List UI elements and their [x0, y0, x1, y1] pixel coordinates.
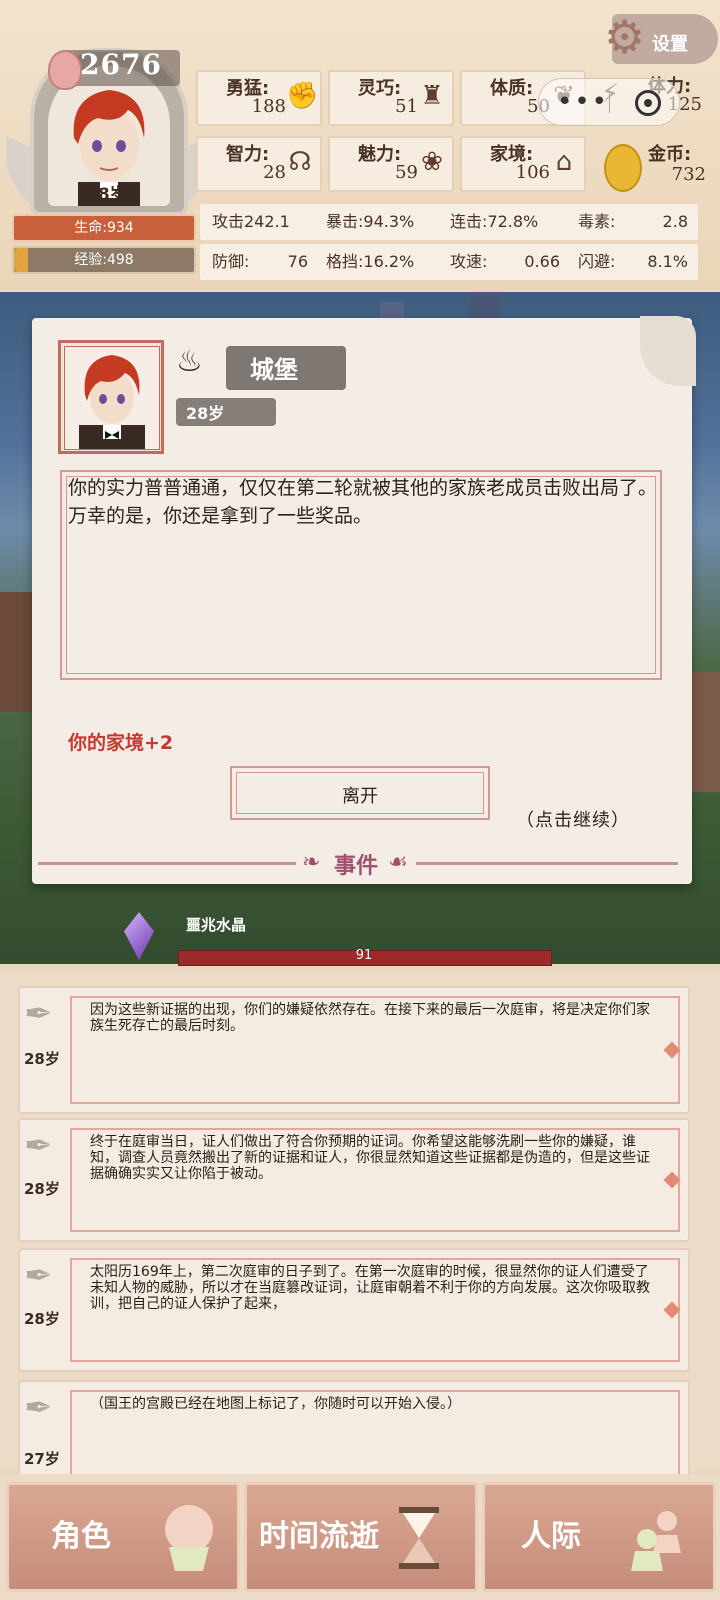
stat-valor[interactable]: 勇猛: 188 ✊	[196, 70, 322, 126]
stat-value: 188	[251, 96, 286, 117]
status-header: 2676 28岁 生命:934 经验:498 勇猛: 188 ✊ 灵巧: 51 …	[0, 0, 720, 290]
stat-intelligence[interactable]: 智力: 28 ☊	[196, 136, 322, 192]
log-entry-text: 终于在庭审当日，证人们做出了符合你预期的证词。你希望这能够洗刷一些你的嫌疑，谁知…	[90, 1134, 650, 1182]
combat-combo: 连击:72.8%	[438, 204, 570, 240]
spirit-icon	[48, 50, 82, 90]
combat-label: 攻击242.1	[212, 212, 290, 231]
fist-icon: ✊	[286, 81, 319, 111]
log-entry-text: （国王的宫殿已经在地图上标记了，你随时可以开始入侵。）	[90, 1396, 461, 1412]
combat-label: 连击:72.8%	[450, 212, 539, 231]
avatar	[64, 346, 160, 450]
character-portrait	[79, 355, 145, 449]
more-icon[interactable]: •••	[557, 87, 609, 117]
combat-label: 格挡:16.2%	[326, 252, 415, 271]
stat-charm[interactable]: 魅力: 59 ❀	[328, 136, 454, 192]
log-entry-age: 28岁	[24, 1310, 60, 1328]
log-entry[interactable]: ✒ 28岁 太阳历169年上，第二次庭审的日子到了。在第一次庭审的时候，很显然你…	[18, 1248, 690, 1372]
gold-label: 金币:	[648, 144, 692, 165]
leave-button-label: 离开	[342, 786, 378, 807]
event-age: 28岁	[186, 404, 225, 423]
gear-icon[interactable]: ⚙	[604, 12, 645, 62]
log-entry[interactable]: ✒ 28岁 因为这些新证据的出现，你们的嫌疑依然存在。在接下来的最后一次庭审，将…	[18, 986, 690, 1114]
log-entry-text: 太阳历169年上，第二次庭审的日子到了。在第一次庭审的时候，很显然你的证人们遭受…	[90, 1264, 650, 1312]
combat-value: 8.1%	[647, 252, 688, 271]
combat-value: 2.8	[662, 212, 688, 231]
log-entry-age: 28岁	[24, 1180, 60, 1198]
house-icon: ⌂	[555, 147, 573, 177]
coin-icon	[604, 144, 642, 192]
log-entry[interactable]: ✒ 28岁 终于在庭审当日，证人们做出了符合你预期的证词。你希望这能够洗刷一些你…	[18, 1118, 690, 1242]
hourglass-icon	[399, 1507, 439, 1569]
combat-defense: 防御: 76	[200, 244, 318, 280]
stat-value: 28	[263, 162, 286, 183]
combat-label: 毒素:	[578, 212, 616, 231]
score-value: 2676	[80, 48, 162, 81]
gold-value: 732	[671, 164, 706, 185]
miniprogram-capsule: •••	[538, 78, 680, 126]
location-name: 城堡	[250, 356, 298, 384]
nav-label: 人际	[521, 1519, 581, 1554]
bottom-nav: 角色 时间流逝 人际	[0, 1474, 720, 1600]
combat-label: 暴击:94.3%	[326, 212, 415, 231]
feather-icon: ✒	[24, 994, 53, 1034]
capsule-divider	[609, 91, 610, 113]
nav-label: 角色	[51, 1519, 111, 1554]
stat-agility[interactable]: 灵巧: 51 ♜	[328, 70, 454, 126]
leave-button[interactable]: 离开	[230, 766, 490, 820]
combat-value: 76	[287, 252, 308, 271]
brain-icon: ☊	[288, 147, 312, 177]
combat-dodge: 闪避: 8.1%	[566, 244, 698, 280]
combat-label: 攻速:	[450, 252, 488, 271]
feather-icon: ✒	[24, 1256, 53, 1296]
settings-label[interactable]: 设置	[652, 30, 688, 56]
combat-crit: 暴击:94.3%	[314, 204, 442, 240]
combat-attack-speed: 攻速: 0.66	[438, 244, 570, 280]
event-story-text: 你的实力普普通通，仅仅在第二轮就被其他的家族老成员击败出局了。万幸的是，你还是拿…	[68, 477, 658, 527]
combat-label: 防御:	[212, 252, 250, 271]
hp-bar: 生命:934	[12, 214, 196, 242]
combat-poison: 毒素: 2.8	[566, 204, 698, 240]
xp-bar-fill	[14, 248, 29, 272]
feather-icon: ✒	[24, 1388, 53, 1428]
event-avatar	[58, 340, 164, 454]
nav-label: 时间流逝	[259, 1519, 379, 1554]
log-entry-age: 28岁	[24, 1050, 60, 1068]
crystal-label: 噩兆水晶	[186, 916, 247, 934]
event-section-title: 事件	[334, 854, 379, 879]
cloak-icon: ♜	[420, 81, 444, 111]
event-reward: 你的家境+2	[68, 732, 174, 754]
stat-value: 51	[395, 96, 418, 117]
combat-label: 闪避:	[578, 252, 616, 271]
nav-time-button[interactable]: 时间流逝	[244, 1482, 478, 1592]
stat-family[interactable]: 家境: 106 ⌂	[460, 136, 586, 192]
combat-attack: 攻击242.1	[200, 204, 318, 240]
xp-label: 经验:498	[74, 252, 134, 268]
xp-bar: 经验:498	[12, 246, 196, 274]
hp-label: 生命:934	[74, 220, 134, 236]
people-icon	[631, 1511, 681, 1571]
close-miniprogram-icon[interactable]	[635, 90, 661, 116]
log-entry-age: 27岁	[24, 1450, 60, 1468]
feather-icon: ✒	[24, 1126, 53, 1166]
stat-value: 106	[515, 162, 550, 183]
location-icon: ♨	[176, 344, 203, 379]
ornament-right-icon: ☙	[388, 850, 408, 875]
event-log[interactable]: ✒ 28岁 因为这些新证据的出现，你们的嫌疑依然存在。在接下来的最后一次庭审，将…	[0, 970, 720, 1490]
flower-icon: ❀	[421, 147, 443, 177]
combat-value: 0.66	[524, 252, 560, 271]
tap-to-continue[interactable]: （点击继续）	[516, 806, 630, 832]
player-age: 28岁	[86, 185, 127, 205]
log-entry-text: 因为这些新证据的出现，你们的嫌疑依然存在。在接下来的最后一次庭审，将是决定你们家…	[90, 1002, 650, 1034]
house-decor	[690, 672, 720, 792]
stat-value: 59	[395, 162, 418, 183]
crystal-value: 91	[355, 948, 373, 963]
character-icon	[165, 1505, 213, 1571]
nav-relationships-button[interactable]: 人际	[482, 1482, 716, 1592]
combat-block: 格挡:16.2%	[314, 244, 442, 280]
ornament-left-icon: ❧	[302, 850, 321, 875]
nav-character-button[interactable]: 角色	[6, 1482, 240, 1592]
